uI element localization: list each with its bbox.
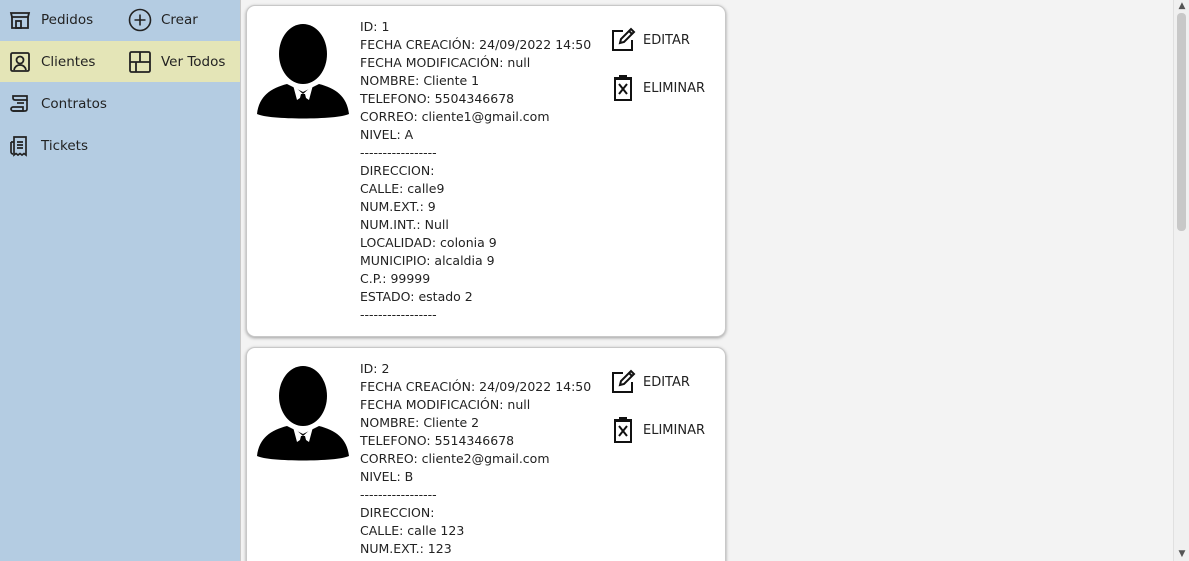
info-street: CALLE: calle 123 — [360, 523, 465, 538]
info-separator: ----------------- — [360, 307, 437, 322]
info-email: CORREO: cliente2@gmail.com — [360, 451, 550, 466]
info-created: FECHA CREACIÓN: 24/09/2022 14:50 — [360, 379, 592, 394]
delete-button[interactable]: ELIMINAR — [609, 74, 705, 102]
info-street: CALLE: calle9 — [360, 181, 445, 196]
client-card: ID: 1 FECHA CREACIÓN: 24/09/2022 14:50 F… — [246, 5, 726, 337]
user-avatar-icon — [257, 366, 349, 461]
sidebar-item-crear[interactable]: Crear — [127, 0, 198, 40]
info-name: NOMBRE: Cliente 2 — [360, 415, 480, 430]
info-state: ESTADO: estado 2 — [360, 289, 473, 304]
receipt-icon — [7, 133, 33, 159]
sidebar-item-label: Clientes — [41, 54, 96, 70]
info-ext-num: NUM.EXT.: 123 — [360, 541, 452, 556]
info-municipality: MUNICIPIO: alcaldia 9 — [360, 253, 495, 268]
store-icon — [7, 7, 33, 33]
client-info: ID: 1 FECHA CREACIÓN: 24/09/2022 14:50 F… — [360, 18, 591, 324]
sidebar-item-label: Tickets — [41, 138, 88, 154]
info-phone: TELEFONO: 5504346678 — [360, 91, 515, 106]
info-modified: FECHA MODIFICACIÓN: null — [360, 397, 531, 412]
edit-label: EDITAR — [643, 32, 690, 48]
edit-button[interactable]: EDITAR — [609, 368, 690, 396]
info-level: NIVEL: A — [360, 127, 414, 142]
sidebar-item-contratos[interactable]: Contratos — [7, 84, 107, 124]
plus-circle-icon — [127, 7, 153, 33]
edit-icon — [609, 26, 637, 54]
info-id: ID: 1 — [360, 19, 390, 34]
client-list: ID: 1 FECHA CREACIÓN: 24/09/2022 14:50 F… — [241, 0, 1173, 561]
info-modified: FECHA MODIFICACIÓN: null — [360, 55, 531, 70]
info-ext-num: NUM.EXT.: 9 — [360, 199, 436, 214]
sidebar: Pedidos Crear Clientes Ver Todos Contrat… — [0, 0, 240, 561]
contract-icon — [7, 91, 33, 117]
sidebar-item-ver-todos[interactable]: Ver Todos — [127, 42, 225, 82]
info-name: NOMBRE: Cliente 1 — [360, 73, 480, 88]
delete-label: ELIMINAR — [643, 80, 705, 96]
sidebar-item-pedidos[interactable]: Pedidos — [7, 0, 93, 40]
vertical-scrollbar[interactable]: ▲ ▼ — [1173, 0, 1189, 561]
layout-grid-icon — [127, 49, 153, 75]
trash-x-icon — [609, 74, 637, 102]
client-info: ID: 2 FECHA CREACIÓN: 24/09/2022 14:50 F… — [360, 360, 591, 558]
delete-button[interactable]: ELIMINAR — [609, 416, 705, 444]
scrollbar-thumb[interactable] — [1177, 13, 1186, 231]
info-separator: ----------------- — [360, 145, 437, 160]
info-address-heading: DIRECCION: — [360, 163, 435, 178]
info-int-num: NUM.INT.: Null — [360, 217, 449, 232]
info-phone: TELEFONO: 5514346678 — [360, 433, 515, 448]
sidebar-item-clientes[interactable]: Clientes — [7, 42, 95, 82]
edit-icon — [609, 368, 637, 396]
info-email: CORREO: cliente1@gmail.com — [360, 109, 550, 124]
sidebar-item-label: Pedidos — [41, 12, 94, 28]
edit-label: EDITAR — [643, 374, 690, 390]
sidebar-item-label: Contratos — [41, 96, 107, 112]
scroll-up-arrow-icon[interactable]: ▲ — [1177, 1, 1187, 11]
info-separator: ----------------- — [360, 487, 437, 502]
edit-button[interactable]: EDITAR — [609, 26, 690, 54]
delete-label: ELIMINAR — [643, 422, 705, 438]
scroll-down-arrow-icon[interactable]: ▼ — [1177, 549, 1187, 559]
info-id: ID: 2 — [360, 361, 390, 376]
sidebar-item-tickets[interactable]: Tickets — [7, 126, 88, 166]
user-avatar-icon — [257, 24, 349, 119]
info-level: NIVEL: B — [360, 469, 414, 484]
user-card-icon — [7, 49, 33, 75]
trash-x-icon — [609, 416, 637, 444]
info-postal-code: C.P.: 99999 — [360, 271, 431, 286]
info-locality: LOCALIDAD: colonia 9 — [360, 235, 497, 250]
info-created: FECHA CREACIÓN: 24/09/2022 14:50 — [360, 37, 592, 52]
info-address-heading: DIRECCION: — [360, 505, 435, 520]
client-card: ID: 2 FECHA CREACIÓN: 24/09/2022 14:50 F… — [246, 347, 726, 561]
sidebar-item-label: Crear — [161, 12, 198, 28]
sidebar-item-label: Ver Todos — [161, 54, 226, 70]
